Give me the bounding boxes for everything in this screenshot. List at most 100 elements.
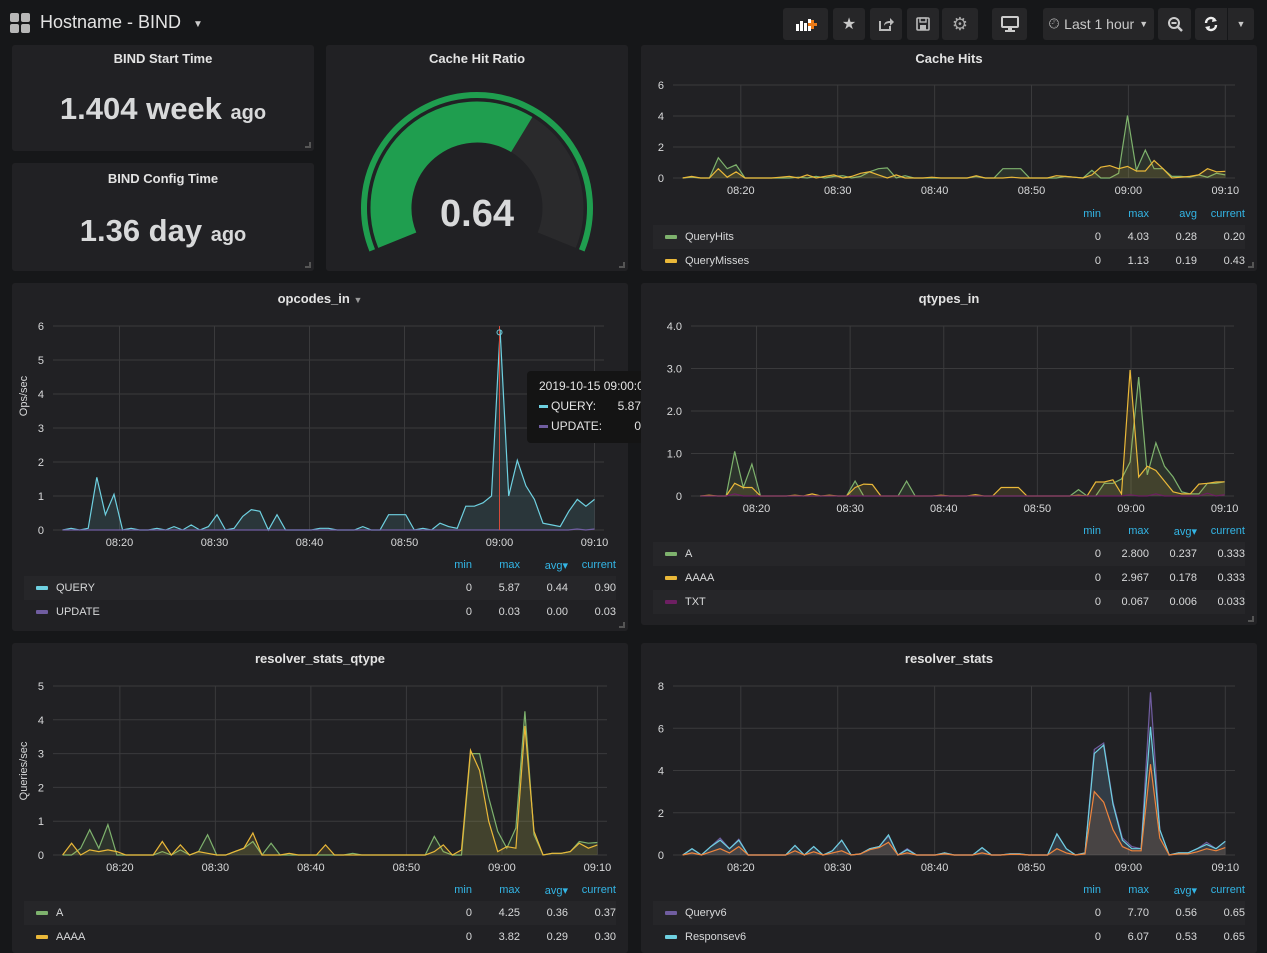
share-icon [879,18,894,31]
cache-hits-chart[interactable]: 0 2 4 6 08:20 08:30 08:40 08:50 09:00 09:10 [641,45,1257,205]
series-swatch[interactable] [665,935,677,939]
series-current: 0.65 [1223,931,1245,943]
series-current: 0.333 [1217,548,1245,560]
legend-header-avg[interactable]: avg▾ [520,884,568,897]
legend-item[interactable]: QueryHits 0 4.03 0.28 0.20 [653,225,1245,249]
gauge-value: 0.64 [440,193,514,235]
series-name[interactable]: Queryv6 [685,907,1053,919]
legend-header-avg[interactable]: avg▾ [520,559,568,572]
legend-header: min max avg current [653,203,1245,225]
y-tick-label: 0 [38,850,44,862]
series-swatch[interactable] [36,586,48,590]
resize-handle[interactable] [619,622,625,628]
legend-item[interactable]: MX 0 0.067 0.006 0 [653,614,1245,620]
add-panel-button[interactable] [783,8,828,40]
legend-header-min[interactable]: min [1053,525,1101,537]
legend-item[interactable]: AAAA 0 2.967 0.178 0.333 [653,566,1245,590]
legend-header-avg[interactable]: avg [1149,208,1197,220]
series-name[interactable]: AAAA [56,931,424,943]
refresh-icon [1204,16,1218,32]
save-button[interactable] [907,8,939,40]
series-avg: 0.29 [546,931,568,943]
legend-header-current[interactable]: current [568,884,616,896]
legend-item[interactable]: Responsev6 0 6.07 0.53 0.65 [653,925,1245,949]
add-panel-icon [795,19,817,31]
series-name[interactable]: QueryHits [685,231,1053,243]
caret-down-icon: ▼ [193,19,203,30]
series-avg: 0.28 [1175,231,1197,243]
resize-handle[interactable] [619,262,625,268]
resize-handle[interactable] [1248,616,1254,622]
clock-icon: 🕘︎ [1048,16,1060,31]
settings-button[interactable]: ⚙ [942,8,978,40]
legend-item[interactable]: UPDATE 0 0.03 0.00 0.03 [24,600,616,624]
series-name[interactable]: QUERY [56,582,424,594]
legend-item[interactable]: A 0 4.25 0.36 0.37 [24,901,616,925]
series-avg: 0.36 [546,907,568,919]
legend-header-max[interactable]: max [1101,525,1149,537]
legend-header-min[interactable]: min [1053,884,1101,896]
legend-header-max[interactable]: max [472,884,520,896]
series-swatch[interactable] [665,235,677,239]
legend-header-current[interactable]: current [1197,208,1245,220]
series-name[interactable]: A [56,907,424,919]
time-range-picker[interactable]: 🕘︎ Last 1 hour ▼ [1043,8,1154,40]
monitor-icon [1000,16,1019,32]
series-swatch[interactable] [665,600,677,604]
legend-header-max[interactable]: max [472,559,520,571]
panel-cache-hit-ratio: Cache Hit Ratio 0.64 [326,45,628,271]
legend-item[interactable]: AAAA 0 3.82 0.29 0.30 [24,925,616,949]
y-tick-label: 2 [658,142,664,154]
legend-item[interactable]: A 0 2.800 0.237 0.333 [653,542,1245,566]
resize-handle[interactable] [1248,262,1254,268]
star-button[interactable]: ★ [833,8,865,40]
y-tick-label: 0 [658,173,664,185]
legend-header-max[interactable]: max [1101,208,1149,220]
series-name[interactable]: UPDATE [56,606,424,618]
legend-header-avg[interactable]: avg▾ [1149,884,1197,897]
series-name[interactable]: A [685,548,1053,560]
series-name[interactable]: Responsev6 [685,931,1053,943]
resolver-stats-chart[interactable]: 0 2 4 6 8 08:20 08:30 08:40 08:50 09:00 09:10 [641,643,1257,878]
series-swatch[interactable] [665,552,677,556]
series-name[interactable]: AAAA [685,572,1053,584]
series-name[interactable]: TXT [685,596,1053,608]
tooltip-value: 0 [634,419,641,433]
refresh-interval-dropdown[interactable]: ▼ [1228,8,1254,40]
tv-mode-button[interactable] [992,8,1027,40]
legend-header-current[interactable]: current [1197,884,1245,896]
legend-header-min[interactable]: min [1053,208,1101,220]
series-max: 2.967 [1121,572,1149,584]
share-button[interactable] [870,8,902,40]
dashboard-picker[interactable]: Hostname - BIND ▼ [10,12,203,33]
legend-header-current[interactable]: current [568,559,616,571]
series-swatch[interactable] [665,576,677,580]
series-swatch[interactable] [665,259,677,263]
refresh-button[interactable] [1195,8,1227,40]
y-tick-label: 1.0 [667,449,682,461]
qtypes-chart[interactable]: 0 1.0 2.0 3.0 4.0 08:20 08:30 08:40 08:50 09:00 09… [641,283,1257,518]
series-swatch[interactable] [36,610,48,614]
legend-item[interactable]: QueryMisses 0 1.13 0.19 0.43 [653,249,1245,271]
legend-item[interactable]: TXT 0 0.067 0.006 0.033 [653,590,1245,614]
legend-header-min[interactable]: min [424,559,472,571]
resolver-qtype-chart[interactable]: 0 1 2 3 4 5 08:20 08:30 08:40 08:50 09:00 09:10 [12,643,628,878]
series-name[interactable]: QueryMisses [685,255,1053,267]
resize-handle[interactable] [305,262,311,268]
series-swatch[interactable] [36,935,48,939]
y-tick-label: 6 [38,321,44,333]
legend-item[interactable]: QUERY 0 5.87 0.44 0.90 [24,576,616,600]
legend-header-max[interactable]: max [1101,884,1149,896]
legend-header-current[interactable]: current [1197,525,1245,537]
legend-item[interactable]: Queryv6 0 7.70 0.56 0.65 [653,901,1245,925]
legend-header-min[interactable]: min [424,884,472,896]
zoom-out-button[interactable] [1158,8,1191,40]
series-swatch[interactable] [665,911,677,915]
series-swatch[interactable] [36,911,48,915]
y-tick-label: 0 [658,850,664,862]
legend-header-avg[interactable]: avg▾ [1149,525,1197,538]
legend: min max avg▾ current QUERY 0 5.87 0.44 0.90… [24,554,616,624]
stat-number: 1.404 week [59,91,222,126]
resize-handle[interactable] [305,142,311,148]
y-tick-label: 2 [38,457,44,469]
